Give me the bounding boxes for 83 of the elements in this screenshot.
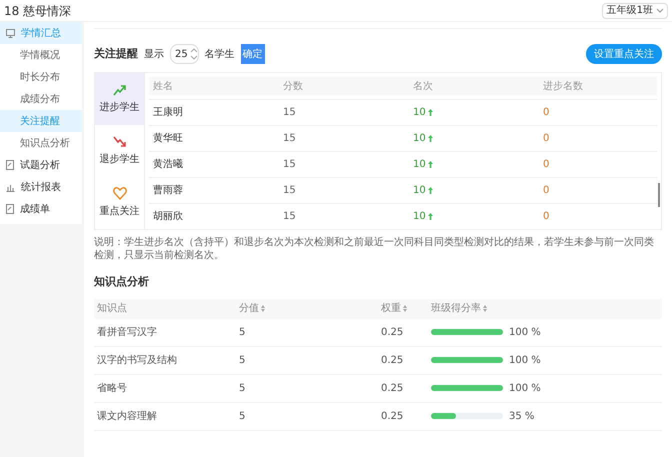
progress-bar <box>431 385 503 391</box>
table-cell-text: 0.25 <box>381 354 404 368</box>
sidebar-item[interactable]: 统计报表 <box>0 176 82 198</box>
table-cell-text: 5 <box>239 354 246 368</box>
table-cell-text: 10 <box>413 132 426 146</box>
sidebar-subitem[interactable]: 成绩分布 <box>0 88 82 110</box>
column-header: 名次 <box>413 80 434 94</box>
table-cell-text: 0 <box>543 158 550 172</box>
arrow-up-icon <box>428 161 433 168</box>
document-icon <box>6 204 14 214</box>
table-cell-text: 0.25 <box>381 326 404 340</box>
table-cell-text: 王康明 <box>153 106 184 120</box>
column-header: 进步名数 <box>543 80 584 94</box>
table-cell-text: 黄浩曦 <box>153 158 184 172</box>
heart-icon <box>112 187 126 200</box>
table-cell-text: 课文内容理解 <box>97 410 158 424</box>
sidebar-item[interactable]: 成绩单 <box>0 198 82 220</box>
progress-bar <box>431 413 503 419</box>
column-header: 权重 <box>381 302 401 316</box>
show-label: 显示 <box>144 48 164 62</box>
count-value: 25 <box>175 48 188 62</box>
table-cell-text: 10 <box>413 210 426 224</box>
caret-icon <box>657 8 663 12</box>
table-cell-text: 15 <box>283 210 297 224</box>
column-header: 班级得分率 <box>431 302 481 316</box>
table-cell-text: 100 % <box>509 382 541 396</box>
table-cell-text: 5 <box>239 382 246 396</box>
table-cell-text: 15 <box>283 184 297 198</box>
sort-icon[interactable] <box>261 305 265 312</box>
column-header: 知识点 <box>97 302 127 316</box>
table-cell-text: 35 % <box>509 410 534 424</box>
trend-up-icon <box>112 84 126 96</box>
column-header: 姓名 <box>153 80 174 94</box>
table-cell-text: 看拼音写汉字 <box>97 326 158 340</box>
document-icon <box>6 160 14 170</box>
table-cell-text: 10 <box>413 106 426 120</box>
bar-chart-icon <box>6 182 15 192</box>
table-cell-text: 15 <box>283 158 297 172</box>
sort-icon[interactable] <box>403 305 407 312</box>
page-title: 18 慈母情深 <box>4 2 72 20</box>
table-cell-text: 0.25 <box>381 382 404 396</box>
arrow-up-icon <box>428 135 433 142</box>
table-cell-text: 省略号 <box>97 382 128 396</box>
arrow-up-icon <box>428 213 433 220</box>
table-cell-text: 5 <box>239 410 246 424</box>
sidebar-subitem[interactable]: 学情概况 <box>0 44 82 66</box>
category-tab[interactable]: 进步学生 <box>95 73 144 125</box>
sort-icon[interactable] <box>483 305 487 312</box>
table-cell-text: 100 % <box>509 326 541 340</box>
table-cell-text: 0 <box>543 132 550 146</box>
table-cell-text: 0 <box>543 210 550 224</box>
table-cell-text: 5 <box>239 326 246 340</box>
table-cell-text: 胡丽欣 <box>153 210 184 224</box>
table-cell-text: 15 <box>283 106 297 120</box>
trend-down-icon <box>112 136 126 148</box>
progress-bar <box>431 329 503 335</box>
column-header: 分值 <box>239 302 259 316</box>
arrow-up-icon <box>428 187 433 194</box>
column-header: 分数 <box>283 80 304 94</box>
class-dropdown[interactable]: 五年级1班 <box>602 2 668 18</box>
note-text: 说明：学生进步名次（含持平）和退步名次为本次检测和之前最近一次同科目同类型检测对比的结果，若学生未参与前一次同类检测，只显示当前检测名次。 <box>94 236 655 262</box>
monitor-icon <box>6 28 15 38</box>
table-cell-text: 10 <box>413 158 426 172</box>
sidebar-subitem[interactable]: 知识点分析 <box>0 132 82 154</box>
table-cell-text: 汉字的书写及结构 <box>97 354 178 368</box>
table-cell-text: 黄华旺 <box>153 132 184 146</box>
table-cell-text: 0 <box>543 106 550 120</box>
unit-label: 名学生 <box>204 48 235 62</box>
table-cell-text: 15 <box>283 132 297 146</box>
sidebar-subitem[interactable]: 时长分布 <box>0 66 82 88</box>
scrollbar-thumb[interactable] <box>658 183 660 207</box>
progress-bar <box>431 357 503 363</box>
table-cell-text: 曹雨蓉 <box>153 184 184 198</box>
table-cell-text: 0 <box>543 184 550 198</box>
table-cell-text: 10 <box>413 184 426 198</box>
table-cell-text: 100 % <box>509 354 541 368</box>
arrow-up-icon <box>428 109 433 116</box>
section-title: 知识点分析 <box>94 274 150 290</box>
sidebar-item[interactable]: 试题分析 <box>0 154 82 176</box>
count-spinner[interactable]: 25 <box>170 44 199 64</box>
section-title: 关注提醒 <box>94 46 138 62</box>
table-cell-text: 0.25 <box>381 410 404 424</box>
spinner-arrows-icon <box>190 47 198 61</box>
